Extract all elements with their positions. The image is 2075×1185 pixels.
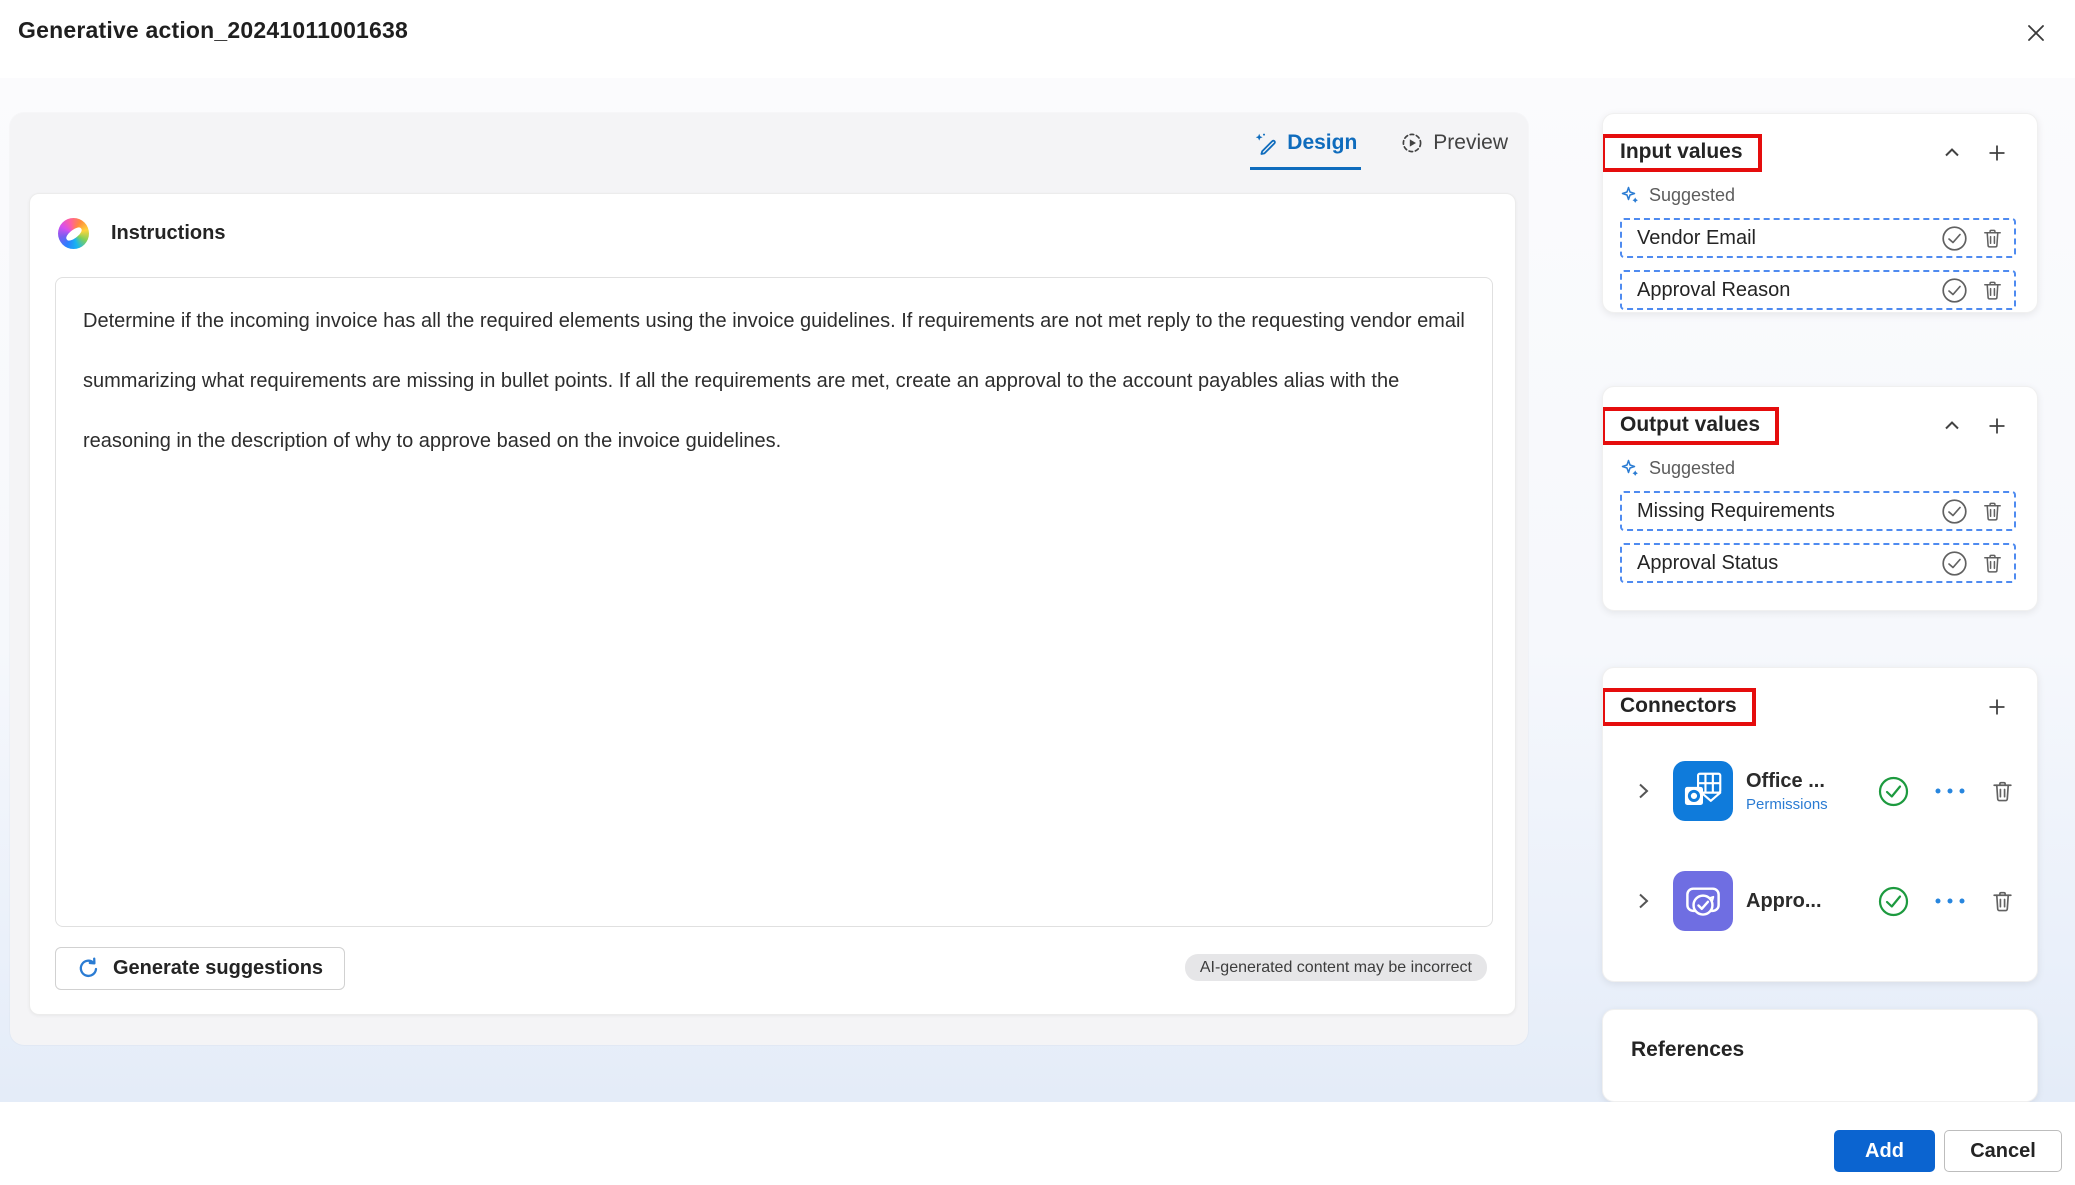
instructions-card: Instructions Determine if the incoming i… [29, 193, 1516, 1015]
close-button[interactable] [2015, 12, 2057, 54]
tab-design-label: Design [1287, 131, 1358, 154]
chevron-right-icon [1633, 891, 1653, 911]
input-values-title: Input values [1620, 140, 1743, 163]
tab-preview[interactable]: Preview [1397, 129, 1512, 170]
delete-trash-icon[interactable] [1981, 500, 2004, 523]
cancel-button[interactable]: Cancel [1944, 1130, 2062, 1172]
chevron-right-icon [1633, 781, 1653, 801]
dialog-title: Generative action_20241011001638 [18, 17, 409, 43]
dialog-body: Design Preview Instructions Determine if… [0, 78, 2075, 1102]
view-tabs: Design Preview [1250, 129, 1512, 170]
annotation-box-connectors: Connectors [1603, 688, 1756, 726]
delete-trash-icon[interactable] [1981, 279, 2004, 302]
add-connector-button[interactable] [1983, 693, 2011, 721]
plus-icon [1986, 415, 2008, 437]
delete-trash-icon[interactable] [1981, 227, 2004, 250]
input-values-card: Input values Suggested Vendor Email Appr… [1602, 113, 2038, 313]
refresh-icon [77, 957, 100, 980]
delete-trash-icon[interactable] [1990, 779, 2015, 804]
input-value-label: Vendor Email [1637, 226, 1756, 249]
close-icon [2024, 21, 2048, 45]
status-check-circle-icon [1877, 775, 1910, 808]
tab-preview-label: Preview [1433, 131, 1508, 154]
generate-suggestions-label: Generate suggestions [113, 957, 324, 979]
expand-connector-button[interactable] [1629, 777, 1657, 805]
connectors-card: Connectors Office ... Permissions Appro.… [1602, 667, 2038, 982]
permissions-link[interactable]: Permissions [1746, 796, 1828, 813]
output-value-label: Approval Status [1637, 551, 1779, 574]
annotation-box-input-values: Input values [1603, 134, 1762, 172]
output-value-row[interactable]: Approval Status [1620, 543, 2016, 583]
references-card: References [1602, 1009, 2038, 1102]
accept-check-circle-icon[interactable] [1941, 498, 1968, 525]
suggested-label: Suggested [1649, 458, 1736, 478]
collapse-output-values-button[interactable] [1938, 412, 1966, 440]
references-title: References [1631, 1038, 1745, 1061]
instructions-textarea[interactable]: Determine if the incoming invoice has al… [55, 277, 1493, 927]
dialog-header: Generative action_20241011001638 [0, 0, 2075, 78]
copilot-logo-icon [58, 218, 89, 249]
sparkle-icon [1621, 459, 1640, 478]
approvals-icon [1673, 871, 1733, 931]
suggested-label: Suggested [1649, 185, 1736, 205]
more-options-icon[interactable] [1932, 895, 1968, 907]
instructions-heading: Instructions [111, 222, 226, 244]
tab-design[interactable]: Design [1250, 129, 1362, 170]
preview-play-icon [1401, 132, 1423, 154]
expand-connector-button[interactable] [1629, 887, 1657, 915]
delete-trash-icon[interactable] [1990, 889, 2015, 914]
add-button[interactable]: Add [1834, 1130, 1935, 1172]
dialog-footer: Add Cancel [0, 1102, 2075, 1185]
plus-icon [1986, 142, 2008, 164]
more-options-icon[interactable] [1932, 785, 1968, 797]
accept-check-circle-icon[interactable] [1941, 225, 1968, 252]
status-check-circle-icon [1877, 885, 1910, 918]
input-value-row[interactable]: Vendor Email [1620, 218, 2016, 258]
output-values-card: Output values Suggested Missing Requirem… [1602, 386, 2038, 611]
delete-trash-icon[interactable] [1981, 552, 2004, 575]
chevron-up-icon [1941, 415, 1963, 437]
design-panel: Design Preview Instructions Determine if… [10, 113, 1528, 1045]
chevron-up-icon [1941, 142, 1963, 164]
collapse-input-values-button[interactable] [1938, 139, 1966, 167]
output-value-row[interactable]: Missing Requirements [1620, 491, 2016, 531]
accept-check-circle-icon[interactable] [1941, 277, 1968, 304]
design-pen-sparkle-icon [1254, 132, 1277, 155]
connector-row-approvals: Appro... [1629, 870, 2015, 932]
generate-suggestions-button[interactable]: Generate suggestions [55, 947, 346, 990]
connector-row-office: Office ... Permissions [1629, 760, 2015, 822]
connector-name: Office ... [1746, 769, 1825, 792]
add-output-value-button[interactable] [1983, 412, 2011, 440]
input-value-row[interactable]: Approval Reason [1620, 270, 2016, 310]
input-value-label: Approval Reason [1637, 278, 1791, 301]
connectors-title: Connectors [1620, 694, 1737, 717]
connector-name: Appro... [1746, 889, 1822, 912]
outlook-icon [1673, 761, 1733, 821]
output-value-label: Missing Requirements [1637, 499, 1835, 522]
output-values-title: Output values [1620, 413, 1761, 436]
annotation-box-output-values: Output values [1603, 407, 1780, 445]
plus-icon [1986, 696, 2008, 718]
ai-disclaimer-badge: AI-generated content may be incorrect [1184, 954, 1487, 981]
accept-check-circle-icon[interactable] [1941, 550, 1968, 577]
add-input-value-button[interactable] [1983, 139, 2011, 167]
sparkle-icon [1621, 186, 1640, 205]
